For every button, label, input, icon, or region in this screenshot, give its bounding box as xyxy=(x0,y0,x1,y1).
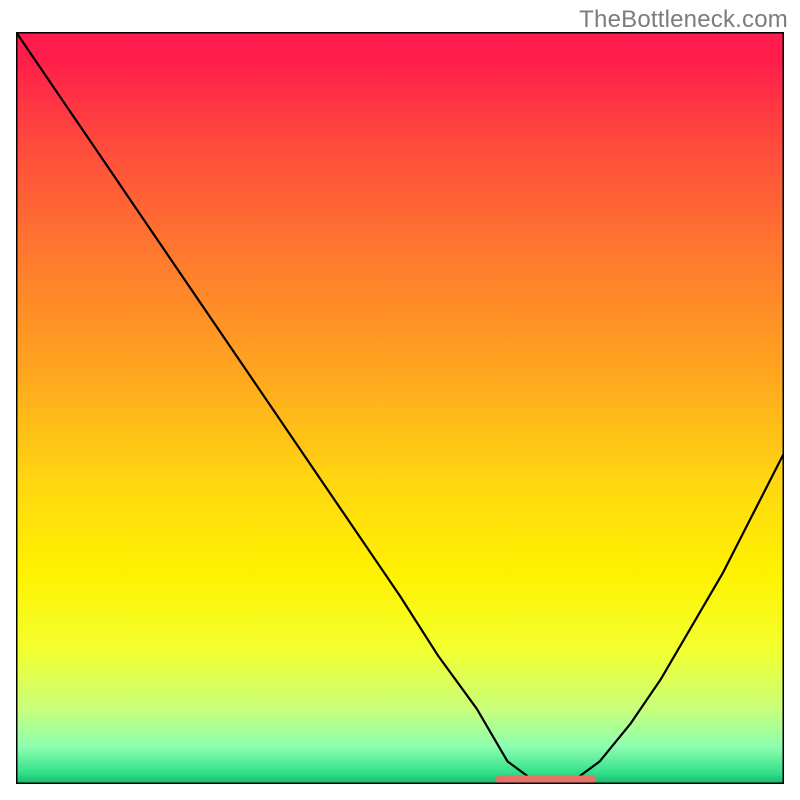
chart-svg xyxy=(16,32,784,784)
plot-area xyxy=(16,32,784,784)
gradient-background xyxy=(16,32,784,784)
chart-stage: TheBottleneck.com xyxy=(0,0,800,800)
watermark-text: TheBottleneck.com xyxy=(579,6,788,34)
